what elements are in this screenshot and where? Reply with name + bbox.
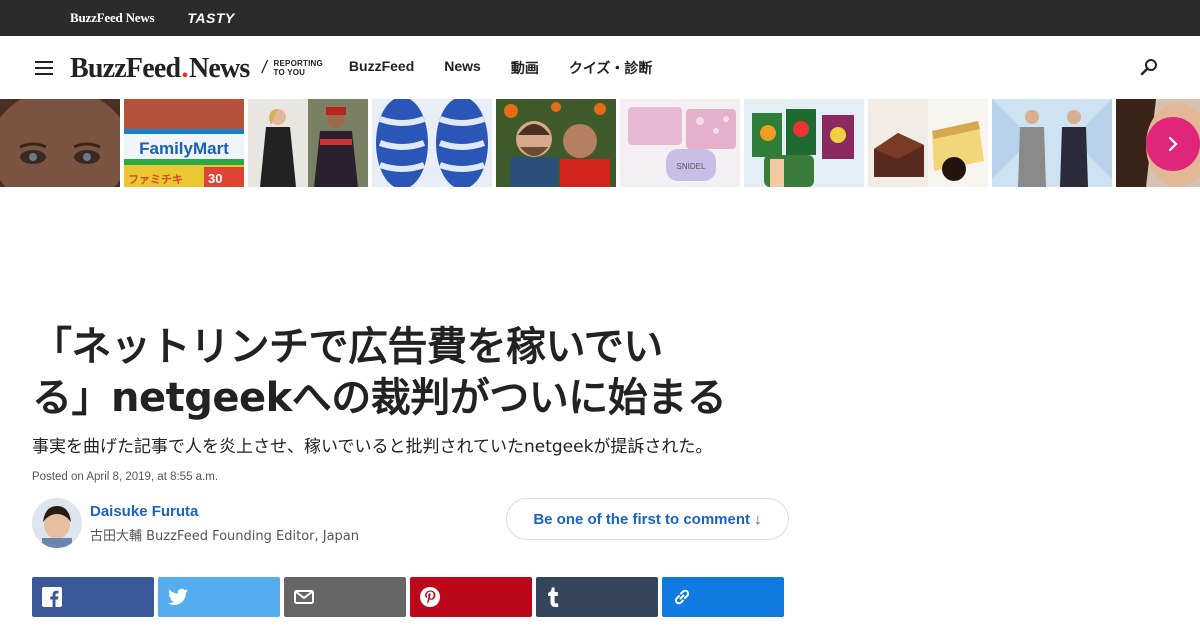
author-name-link[interactable]: Daisuke Furuta [90, 503, 359, 520]
byline: Daisuke Furuta 古田大輔 BuzzFeed Founding Ed… [32, 498, 792, 548]
main-nav: BuzzFeed News 動画 クイズ・診断 [349, 58, 653, 78]
thumbnail-two-women[interactable] [248, 99, 368, 187]
search-icon[interactable] [1140, 58, 1158, 76]
share-facebook-button[interactable] [32, 577, 154, 617]
tagline: / REPORTING TO YOU [259, 57, 323, 77]
thumbnail-two-men-oranges[interactable] [496, 99, 616, 187]
share-twitter-button[interactable] [158, 577, 280, 617]
share-tumblr-button[interactable] [536, 577, 658, 617]
familymart-price-text: 30 [208, 171, 222, 186]
familymart-bottom-text: ファミチキ [128, 173, 183, 186]
share-pinterest-button[interactable] [410, 577, 532, 617]
link-icon [674, 589, 690, 605]
nav-item-news[interactable]: News [444, 58, 481, 78]
thumbnail-cakes[interactable] [868, 99, 988, 187]
logo-buzzfeed-text: BuzzFeed [70, 52, 181, 84]
familymart-sign-text: FamilyMart [139, 139, 229, 158]
article-header: 「ネットリンチで広告費を稼いでい る」netgeekへの裁判がついに始まる 事実… [32, 322, 792, 548]
snidel-brand-text: SNIDEL [677, 162, 706, 171]
author-avatar[interactable] [32, 498, 82, 548]
email-icon [294, 590, 314, 604]
share-link-button[interactable] [662, 577, 784, 617]
thumbnail-freckled-face[interactable] [0, 99, 120, 187]
logo-news-text: News [188, 52, 250, 84]
thumbnail-two-men-stage[interactable] [992, 99, 1112, 187]
chevron-right-icon[interactable] [1146, 117, 1200, 171]
buzzfeed-news-brand-link[interactable]: BuzzFeed News [70, 10, 155, 26]
site-logo[interactable]: BuzzFeed . News [70, 51, 250, 85]
facebook-icon [42, 587, 62, 607]
article-description: 事実を曲げた記事で人を炎上させ、稼いでいると批判されていたnetgeekが提訴さ… [32, 437, 713, 457]
headline-line1: 「ネットリンチで広告費を稼いでい [32, 324, 663, 370]
nav-item-quiz[interactable]: クイズ・診断 [569, 58, 653, 78]
twitter-icon [168, 588, 188, 605]
nav-item-video[interactable]: 動画 [511, 58, 539, 78]
nav-item-buzzfeed[interactable]: BuzzFeed [349, 58, 414, 78]
share-email-button[interactable] [284, 577, 406, 617]
tumblr-icon [548, 587, 559, 607]
thumbnail-familymart[interactable]: FamilyMart ファミチキ 30 [124, 99, 244, 187]
headline-line2: る」netgeekへの裁判がついに始まる [32, 375, 727, 421]
pinterest-icon [420, 587, 440, 607]
logo-dot: . [181, 50, 188, 84]
trending-thumbnail-strip: FamilyMart ファミチキ 30 SNIDEL [0, 99, 1200, 187]
thumbnail-blue-slippers[interactable] [372, 99, 492, 187]
author-role: 古田大輔 BuzzFeed Founding Editor, Japan [90, 528, 360, 544]
page-title: 「ネットリンチで広告費を稼いでい る」netgeekへの裁判がついに始まる [32, 322, 792, 424]
hamburger-menu-icon[interactable] [35, 60, 53, 75]
comment-button[interactable]: Be one of the first to comment ↓ [506, 498, 789, 540]
top-brand-bar: BuzzFeed News TASTY [0, 0, 1200, 36]
thumbnail-snack-boxes[interactable] [744, 99, 864, 187]
main-header: BuzzFeed . News / REPORTING TO YOU BuzzF… [0, 36, 1200, 99]
tagline-line1: REPORTING [273, 58, 323, 68]
tasty-brand-link[interactable]: TASTY [187, 10, 234, 26]
share-bar [32, 577, 784, 617]
tagline-line2: TO YOU [273, 67, 306, 77]
thumbnail-snidel-pouch[interactable]: SNIDEL [620, 99, 740, 187]
post-timestamp: Posted on April 8, 2019, at 8:55 a.m. [32, 471, 219, 483]
